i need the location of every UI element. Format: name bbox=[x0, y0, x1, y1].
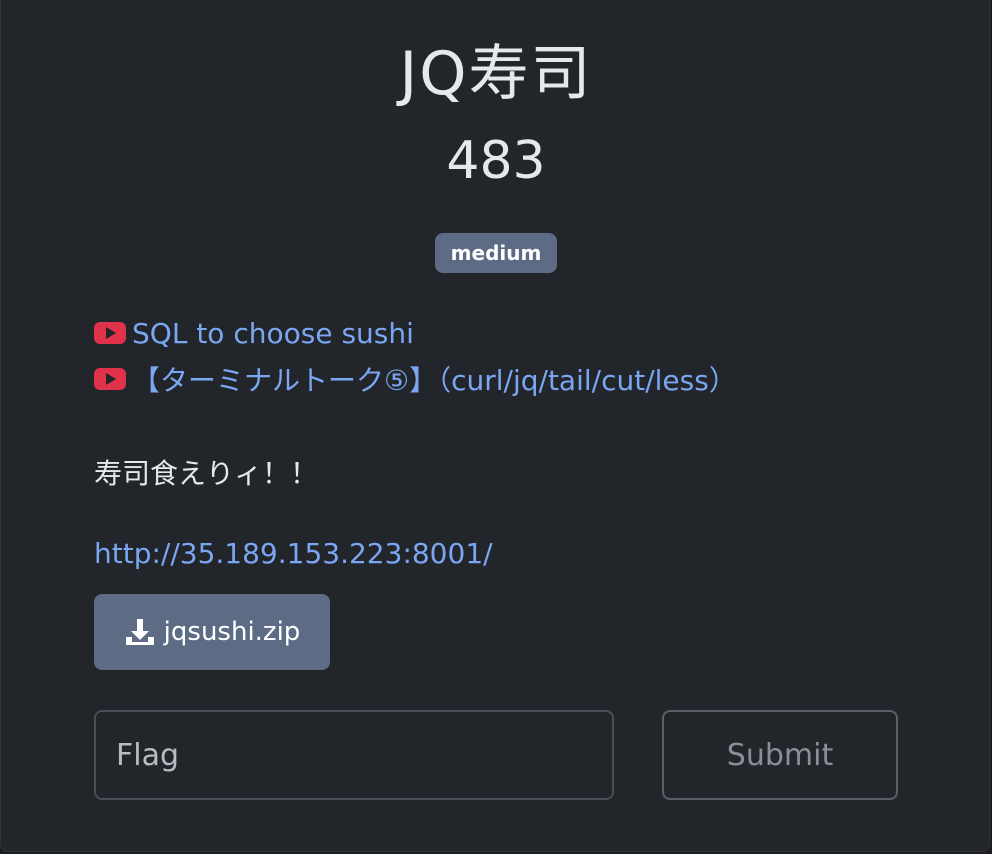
flag-input[interactable] bbox=[94, 710, 614, 800]
challenge-points: 483 bbox=[446, 131, 546, 191]
download-file-label: jqsushi.zip bbox=[163, 617, 301, 647]
youtube-icon bbox=[94, 368, 126, 390]
challenge-url-link[interactable]: http://35.189.153.223:8001/ bbox=[94, 532, 493, 576]
video-link-terminal-talk[interactable]: 【ターミナルトーク⑤】（curl/jq/tail/cut/less） bbox=[94, 356, 737, 402]
download-file-button[interactable]: jqsushi.zip bbox=[94, 594, 330, 670]
video-link-label: SQL to choose sushi bbox=[132, 316, 414, 350]
submit-button[interactable]: Submit bbox=[662, 710, 898, 800]
challenge-title: JQ寿司 bbox=[399, 39, 593, 109]
challenge-description: 寿司食えりィ！！ bbox=[94, 457, 319, 490]
video-link-label: 【ターミナルトーク⑤】（curl/jq/tail/cut/less） bbox=[132, 364, 737, 397]
download-icon bbox=[125, 619, 154, 645]
video-link-sql[interactable]: SQL to choose sushi bbox=[94, 310, 737, 356]
difficulty-badge-wrap: medium bbox=[0, 233, 992, 273]
video-links: SQL to choose sushi 【ターミナルトーク⑤】（curl/jq/… bbox=[94, 310, 737, 402]
youtube-icon bbox=[94, 322, 126, 344]
difficulty-badge: medium bbox=[434, 233, 558, 273]
